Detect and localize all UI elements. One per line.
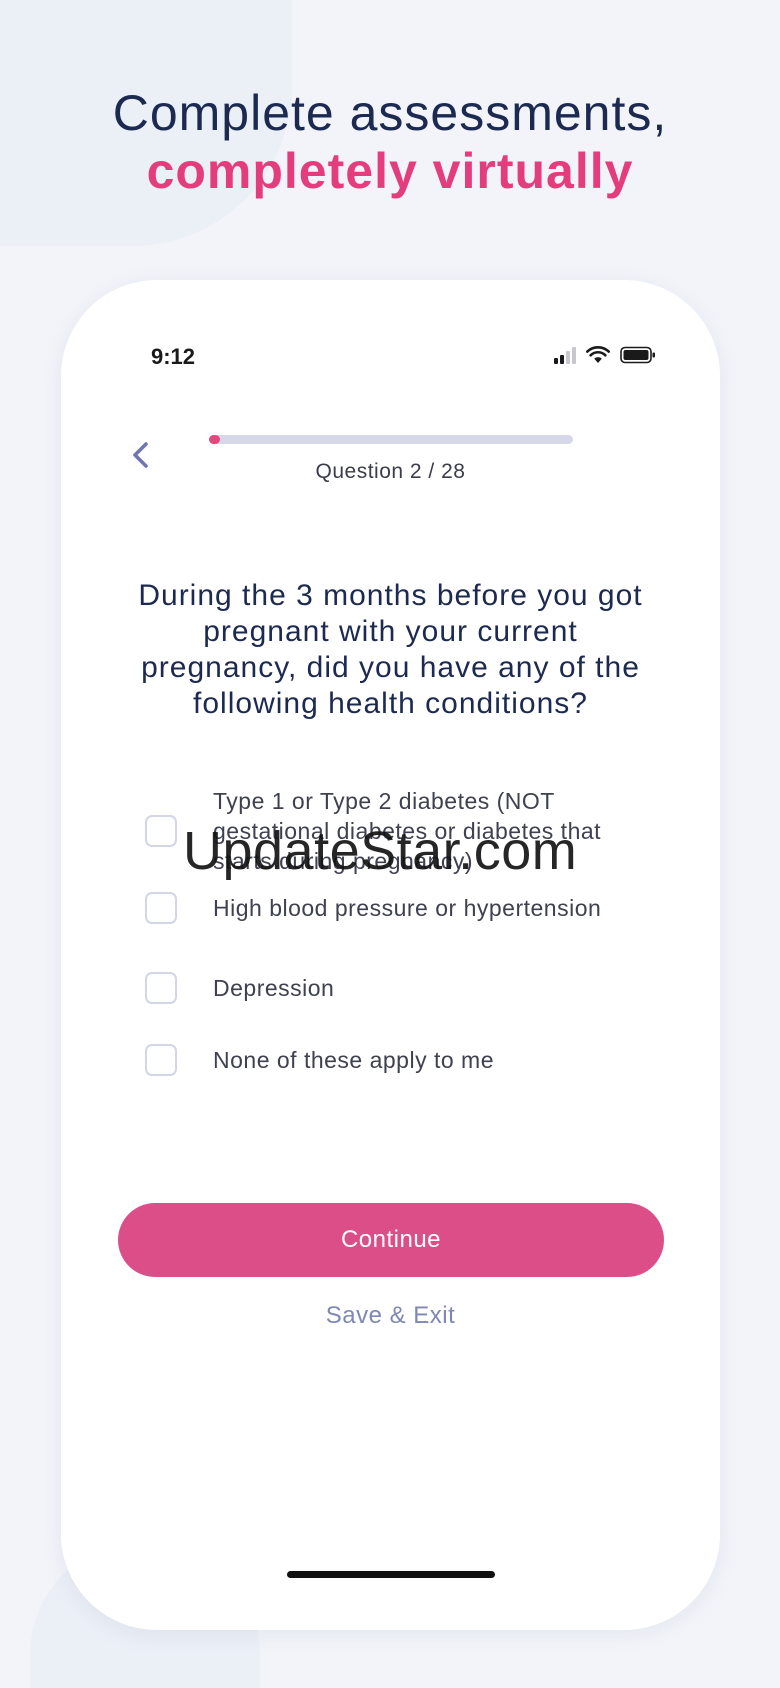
progress-bar-fill	[209, 435, 220, 444]
option-high-blood-pressure[interactable]: High blood pressure or hypertension	[145, 892, 665, 924]
option-label: None of these apply to me	[213, 1047, 494, 1073]
promo-headline: Complete assessments, completely virtual…	[0, 84, 780, 200]
phone-frame: 9:12 Question 2 / 28 During the 3 months…	[61, 280, 720, 1630]
home-indicator	[287, 1571, 495, 1578]
checkbox[interactable]	[145, 1044, 177, 1076]
continue-button[interactable]: Continue	[118, 1203, 664, 1277]
status-bar-time: 9:12	[151, 344, 196, 369]
question-text: During the 3 months before you got pregn…	[138, 579, 643, 720]
headline-line-1: Complete assessments,	[112, 85, 668, 141]
headline-line-2: completely virtually	[146, 143, 634, 199]
option-diabetes[interactable]: Type 1 or Type 2 diabetes (NOT gestation…	[145, 786, 665, 876]
checkbox[interactable]	[145, 815, 177, 847]
option-none[interactable]: None of these apply to me	[145, 1044, 665, 1076]
status-bar-icons	[554, 346, 656, 364]
checkbox[interactable]	[145, 892, 177, 924]
wifi-icon	[586, 346, 610, 363]
option-label: Type 1 or Type 2 diabetes (NOT gestation…	[213, 788, 602, 874]
question-counter: Question 2 / 28	[315, 460, 466, 483]
option-label: Depression	[213, 975, 335, 1001]
option-depression[interactable]: Depression	[145, 972, 665, 1004]
save-exit-link[interactable]: Save & Exit	[61, 1302, 720, 1330]
progress-bar	[209, 435, 573, 444]
cellular-signal-icon	[554, 347, 576, 364]
battery-icon	[620, 346, 655, 364]
option-label: High blood pressure or hypertension	[213, 895, 602, 921]
checkbox[interactable]	[145, 972, 177, 1004]
